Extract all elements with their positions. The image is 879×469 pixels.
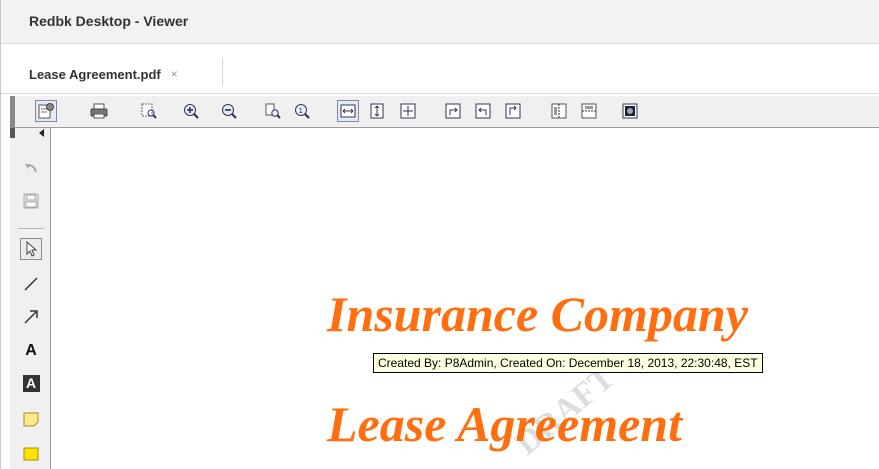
print-icon	[90, 103, 108, 119]
rotate-right-icon	[445, 103, 461, 119]
select-pointer-button[interactable]	[20, 238, 42, 260]
text-icon: A	[25, 342, 37, 359]
save-icon	[23, 193, 39, 209]
viewer-toolbar: 1	[10, 96, 879, 128]
fit-width-icon	[340, 104, 356, 118]
rotate-button[interactable]	[502, 100, 524, 122]
fit-height-icon	[370, 103, 384, 119]
fit-page-button[interactable]	[262, 100, 284, 122]
highlight-button[interactable]	[20, 442, 42, 464]
flip-horizontal-button[interactable]	[548, 100, 570, 122]
tab-bar: Lease Agreement.pdf ×	[1, 44, 879, 94]
rotate-right-button[interactable]	[442, 100, 464, 122]
svg-text:1: 1	[299, 107, 303, 115]
print-button[interactable]	[88, 100, 110, 122]
fit-window-button[interactable]	[397, 100, 419, 122]
flip-vertical-button[interactable]	[578, 100, 600, 122]
save-button[interactable]	[20, 190, 42, 212]
rotate-icon	[505, 103, 521, 119]
collapse-arrow-icon[interactable]	[39, 129, 44, 137]
undo-button[interactable]	[20, 158, 42, 180]
document-heading: Insurance Company	[327, 286, 748, 342]
sticky-note-icon	[23, 412, 39, 427]
settings-icon	[38, 103, 54, 119]
page-zoom-icon	[141, 103, 157, 119]
page-zoom-button[interactable]	[138, 100, 160, 122]
sticky-note-button[interactable]	[20, 408, 42, 430]
actual-size-button[interactable]: 1	[291, 100, 313, 122]
zoom-in-button[interactable]	[180, 100, 202, 122]
actual-size-icon: 1	[295, 104, 310, 119]
rotate-left-icon	[475, 103, 491, 119]
arrow-button[interactable]	[20, 306, 42, 328]
tab-label: Lease Agreement.pdf	[29, 66, 161, 82]
line-icon	[24, 277, 38, 291]
arrow-icon	[24, 310, 38, 324]
fit-width-button[interactable]	[337, 100, 359, 122]
document-view[interactable]: DRAFT Insurance Company Lease Agreement …	[51, 128, 879, 469]
undo-icon	[25, 164, 37, 173]
text-box-icon: A	[22, 374, 40, 392]
fit-window-icon	[400, 103, 416, 119]
invert-icon	[622, 103, 638, 119]
line-button[interactable]	[20, 273, 42, 295]
tab-divider	[222, 58, 223, 86]
fit-page-icon	[265, 103, 281, 119]
title-bar: Redbk Desktop - Viewer	[1, 0, 879, 44]
text-button[interactable]: A	[20, 340, 42, 362]
settings-button[interactable]	[35, 100, 57, 122]
annotation-sidebar: A A	[10, 128, 51, 469]
flip-horizontal-icon	[551, 103, 567, 119]
highlight-icon	[23, 447, 39, 461]
window-title: Redbk Desktop - Viewer	[29, 13, 189, 29]
sidebar-grip[interactable]	[10, 128, 15, 138]
zoom-out-button[interactable]	[218, 100, 240, 122]
annotation-tooltip: Created By: P8Admin, Created On: Decembe…	[373, 353, 763, 373]
invert-button[interactable]	[619, 100, 641, 122]
toolbar-grip[interactable]	[10, 96, 15, 128]
fit-height-button[interactable]	[366, 100, 388, 122]
select-pointer-icon	[26, 240, 38, 257]
tab-lease-agreement[interactable]: Lease Agreement.pdf ×	[29, 64, 178, 84]
close-tab-icon[interactable]: ×	[171, 67, 178, 81]
zoom-out-icon	[222, 104, 237, 119]
sidebar-separator	[18, 228, 44, 229]
flip-vertical-icon	[581, 103, 597, 119]
document-subheading: Lease Agreement	[327, 396, 683, 452]
rotate-left-button[interactable]	[472, 100, 494, 122]
text-box-button[interactable]: A	[20, 372, 42, 394]
zoom-in-icon	[184, 104, 199, 119]
